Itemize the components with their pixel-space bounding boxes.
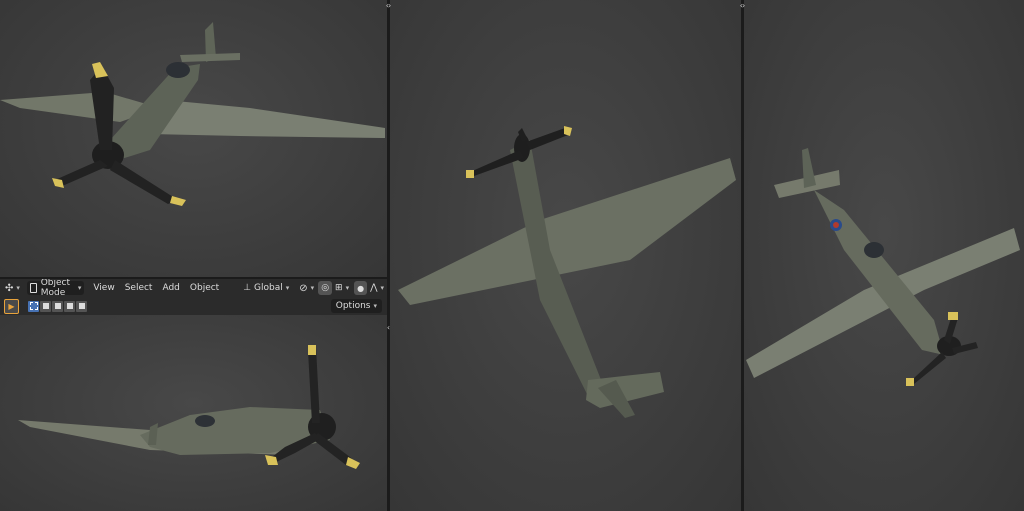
area-divider-vertical-left[interactable] — [387, 0, 390, 511]
chevron-down-icon: ▾ — [345, 284, 350, 292]
orientation-icon: ⊥ — [243, 283, 252, 293]
viewport-bottom-left[interactable] — [0, 315, 387, 511]
square-icon — [66, 303, 73, 309]
mode-dropdown[interactable]: Object Mode ▾ — [26, 278, 85, 298]
orientation-label: Global — [254, 283, 283, 293]
viewport-header: ✣ ▾ Object Mode ▾ View Select Add Object… — [0, 278, 387, 298]
snap-target-dropdown[interactable]: ⊞ ▾ — [332, 281, 352, 295]
square-icon — [78, 303, 85, 309]
falloff-dropdown[interactable]: ⋀ ▾ — [367, 281, 387, 295]
square-icon — [54, 303, 61, 309]
viewport-top-left[interactable] — [0, 0, 387, 277]
spitfire-model-perspective[interactable] — [0, 0, 387, 277]
transform-orientation-dropdown[interactable]: ⊥ Global ▾ — [240, 281, 292, 295]
select-mode-invert[interactable] — [64, 300, 75, 312]
options-label: Options — [335, 301, 371, 311]
menu-view[interactable]: View — [88, 281, 119, 295]
menu-object[interactable]: Object — [185, 281, 224, 295]
chevron-down-icon: ▾ — [380, 284, 384, 292]
chevron-down-icon: ▾ — [77, 284, 82, 292]
select-mode-extend[interactable] — [40, 300, 51, 312]
magnet-icon: ◎ — [321, 283, 330, 293]
select-mode-subtract[interactable] — [52, 300, 63, 312]
spitfire-model-side[interactable] — [0, 315, 387, 511]
expand-arrows-icon[interactable]: ‹› — [383, 2, 393, 10]
area-divider-vertical-right[interactable] — [741, 0, 744, 511]
editor-type-button[interactable]: ✣ ▾ — [2, 281, 23, 295]
spitfire-model-underside[interactable] — [744, 0, 1024, 511]
viewport-middle[interactable] — [390, 0, 741, 511]
select-mode-new[interactable] — [28, 300, 39, 312]
mode-label: Object Mode — [40, 278, 71, 298]
pivot-icon: ⊘ — [299, 282, 308, 294]
menu-add[interactable]: Add — [157, 281, 184, 295]
square-icon — [29, 302, 38, 310]
transform-gizmo-icon: ✣ — [5, 282, 14, 294]
options-dropdown[interactable]: Options ▾ — [330, 299, 382, 313]
falloff-curve-icon: ⋀ — [370, 283, 378, 293]
chevron-down-icon: ▾ — [373, 302, 377, 310]
square-icon — [42, 303, 49, 309]
chevron-down-icon: ▾ — [16, 284, 20, 292]
select-mode-intersect[interactable] — [76, 300, 87, 312]
chevron-down-icon: ▾ — [310, 284, 315, 292]
viewport-right[interactable] — [744, 0, 1024, 511]
tool-settings-bar: ▶ Options ▾ — [0, 297, 387, 315]
select-box-icon: ▶ — [8, 301, 15, 311]
snap-toggle[interactable]: ◎ — [318, 281, 333, 295]
spitfire-model-top-view[interactable] — [390, 0, 741, 511]
proportional-edit-icon: ● — [357, 283, 365, 293]
expand-arrows-icon[interactable]: ‹ — [383, 324, 393, 332]
menu-select[interactable]: Select — [120, 281, 158, 295]
select-tool-button[interactable]: ▶ — [4, 298, 19, 314]
object-mode-icon — [29, 283, 37, 293]
snap-increment-icon: ⊞ — [335, 283, 343, 293]
chevron-down-icon: ▾ — [285, 284, 290, 292]
proportional-edit-toggle[interactable]: ● — [354, 281, 368, 295]
expand-arrows-icon[interactable]: ‹› — [737, 2, 747, 10]
pivot-point-dropdown[interactable]: ⊘ ▾ — [296, 281, 317, 295]
area-divider-horizontal[interactable] — [0, 277, 387, 279]
